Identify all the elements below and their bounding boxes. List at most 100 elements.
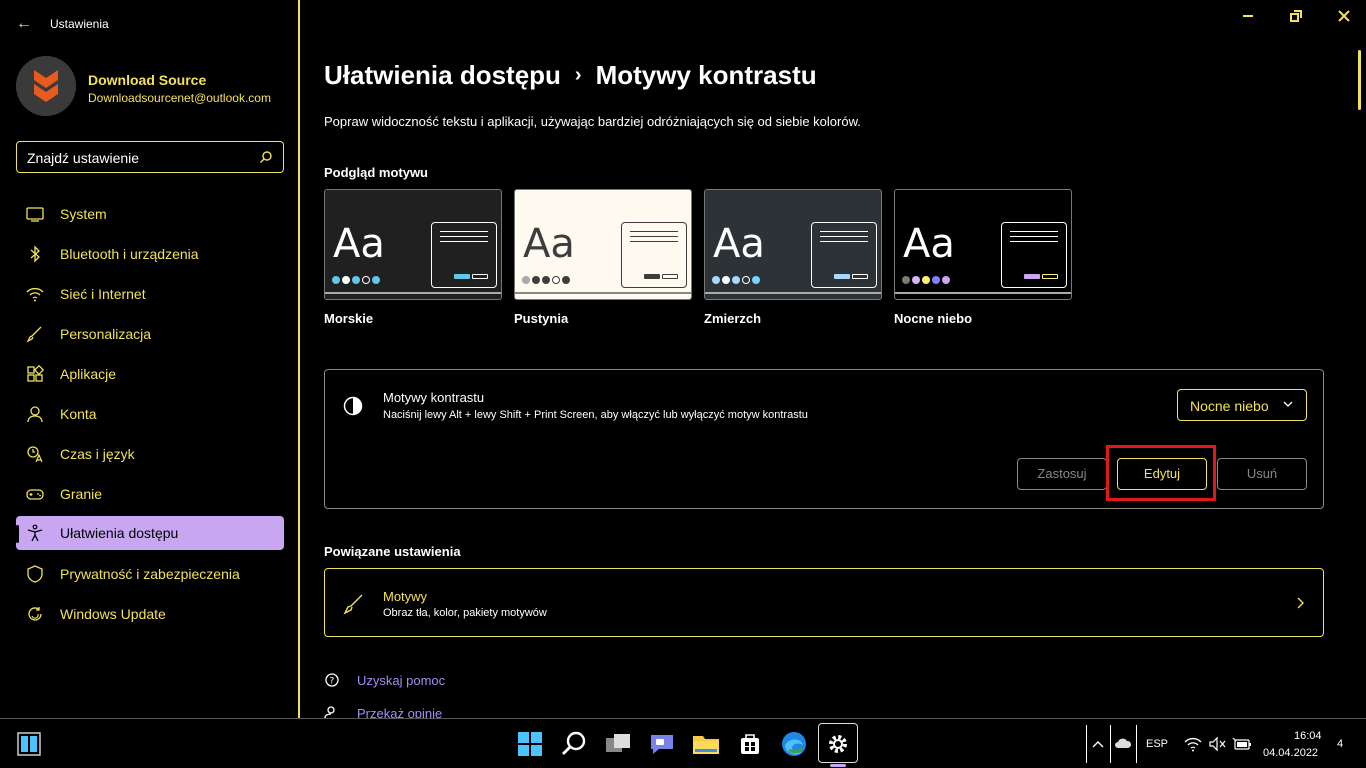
- microsoft-store-icon[interactable]: [735, 729, 765, 759]
- color-swatches: [332, 271, 382, 284]
- contrast-icon: [343, 396, 363, 416]
- user-email: Downloadsourcenet@outlook.com: [88, 91, 271, 105]
- highlight-annotation: [1106, 445, 1216, 501]
- settings-gear-icon[interactable]: [823, 729, 853, 759]
- theme-preview-aquatic[interactable]: Aa: [324, 189, 502, 300]
- sidebar-item-windows-update[interactable]: Windows Update: [16, 597, 284, 631]
- sidebar-item-personalization[interactable]: Personalizacja: [16, 317, 284, 351]
- person-icon: [27, 406, 43, 423]
- sample-text: Aa: [333, 221, 385, 267]
- shield-icon: [27, 565, 43, 583]
- back-arrow-icon[interactable]: ←: [16, 14, 36, 34]
- language-indicator[interactable]: ESP: [1146, 738, 1168, 750]
- sidebar-item-label: Granie: [60, 486, 103, 502]
- sidebar-item-accounts[interactable]: Konta: [16, 397, 284, 431]
- onedrive-cloud-icon[interactable]: [1114, 736, 1132, 750]
- page-description: Popraw widoczność tekstu i aplikacji, uż…: [324, 114, 861, 129]
- search-input[interactable]: Znajdź ustawienie: [16, 141, 284, 173]
- themes-description: Obraz tła, kolor, pakiety motywów: [383, 607, 547, 619]
- sidebar-item-bluetooth[interactable]: Bluetooth i urządzenia: [16, 237, 284, 271]
- sidebar-item-label: Konta: [60, 406, 97, 422]
- tray-divider: [1086, 725, 1087, 763]
- theme-preview-desert[interactable]: Aa: [514, 189, 692, 300]
- sidebar-item-privacy[interactable]: Prywatność i zabezpieczenia: [16, 557, 284, 591]
- restore-icon[interactable]: [1288, 8, 1304, 24]
- apply-button[interactable]: Zastosuj: [1017, 458, 1107, 490]
- theme-name: Morskie: [324, 311, 374, 326]
- color-swatches: [902, 271, 952, 284]
- remove-button[interactable]: Usuń: [1217, 458, 1307, 490]
- minimize-icon[interactable]: [1240, 8, 1256, 24]
- contrast-title: Motywy kontrastu: [383, 390, 485, 405]
- sidebar-item-gaming[interactable]: Granie: [16, 477, 284, 511]
- window-preview: [1001, 222, 1067, 288]
- windows-start-icon[interactable]: [515, 729, 545, 759]
- color-swatches: [522, 271, 572, 284]
- sidebar-item-network[interactable]: Sieć i Internet: [16, 277, 284, 311]
- sidebar-item-label: Czas i język: [60, 446, 135, 462]
- wifi-icon[interactable]: [1184, 736, 1202, 752]
- brush-icon: [26, 326, 42, 343]
- preview-heading: Podgląd motywu: [324, 165, 428, 180]
- sample-text: Aa: [523, 221, 575, 267]
- search-icon[interactable]: [259, 150, 273, 164]
- search-icon[interactable]: [559, 729, 589, 759]
- page-title: Motywy kontrastu: [595, 60, 817, 90]
- window-preview: [431, 222, 497, 288]
- theme-name: Pustynia: [514, 311, 569, 326]
- chat-icon[interactable]: [647, 729, 677, 759]
- dropdown-value: Nocne niebo: [1190, 398, 1269, 414]
- themes-title: Motywy: [383, 589, 428, 604]
- theme-name: Zmierzch: [704, 311, 762, 326]
- themes-link-card[interactable]: Motywy Obraz tła, kolor, pakiety motywów: [324, 568, 1324, 637]
- volume-muted-icon[interactable]: [1208, 736, 1226, 752]
- sidebar-item-label: Windows Update: [60, 606, 166, 622]
- chevron-up-icon[interactable]: [1091, 737, 1105, 751]
- sidebar-item-label: Ułatwienia dostępu: [60, 525, 179, 541]
- theme-preview-dusk[interactable]: Aa: [704, 189, 882, 300]
- file-explorer-icon[interactable]: [691, 729, 721, 759]
- app-title: Ustawienia: [50, 17, 109, 31]
- tray-divider: [1110, 725, 1111, 763]
- sidebar-item-system[interactable]: System: [16, 197, 284, 231]
- contrast-theme-dropdown[interactable]: Nocne niebo: [1177, 389, 1307, 421]
- breadcrumb: Ułatwienia dostępu › Motywy kontrastu: [324, 60, 817, 91]
- taskbar: ESP 16:04 04.04.2022 4: [0, 718, 1366, 768]
- sidebar-item-label: Sieć i Internet: [60, 286, 146, 302]
- selection-indicator: [16, 525, 19, 543]
- theme-name: Nocne niebo: [894, 311, 973, 326]
- task-view-icon[interactable]: [603, 729, 633, 759]
- user-name: Download Source: [88, 72, 207, 88]
- battery-charging-icon[interactable]: [1232, 736, 1252, 752]
- wifi-icon: [26, 287, 44, 302]
- breadcrumb-parent[interactable]: Ułatwienia dostępu: [324, 60, 561, 90]
- window-preview: [811, 222, 877, 288]
- clock-time[interactable]: 16:04: [1294, 730, 1322, 742]
- sidebar-item-time-language[interactable]: Czas i język: [16, 437, 284, 471]
- sidebar-item-label: Prywatność i zabezpieczenia: [60, 566, 240, 582]
- scrollbar[interactable]: [1358, 50, 1361, 110]
- download-source-logo: [16, 56, 76, 116]
- accessibility-icon: [27, 524, 43, 542]
- update-icon: [28, 607, 42, 621]
- clock-date[interactable]: 04.04.2022: [1263, 747, 1318, 759]
- sidebar-item-accessibility[interactable]: Ułatwienia dostępu: [16, 516, 284, 550]
- clock-language-icon: [27, 446, 43, 463]
- monitor-icon: [26, 207, 44, 222]
- active-app-indicator: [830, 764, 846, 767]
- sidebar-item-label: System: [60, 206, 107, 222]
- avatar[interactable]: [16, 56, 76, 116]
- task-view-desktop-icon[interactable]: [16, 731, 42, 757]
- apps-icon: [27, 365, 44, 382]
- search-placeholder: Znajdź ustawienie: [27, 150, 140, 166]
- get-help-label: Uzyskaj pomoc: [357, 673, 446, 688]
- close-icon[interactable]: [1336, 8, 1352, 24]
- notification-count[interactable]: 4: [1337, 738, 1343, 750]
- brush-icon: [343, 594, 363, 615]
- theme-preview-night-sky[interactable]: Aa: [894, 189, 1072, 300]
- breadcrumb-separator: ›: [574, 64, 582, 86]
- bluetooth-icon: [30, 245, 40, 263]
- edge-icon[interactable]: [779, 729, 809, 759]
- sidebar-item-apps[interactable]: Aplikacje: [16, 357, 284, 391]
- sidebar-item-label: Bluetooth i urządzenia: [60, 246, 199, 262]
